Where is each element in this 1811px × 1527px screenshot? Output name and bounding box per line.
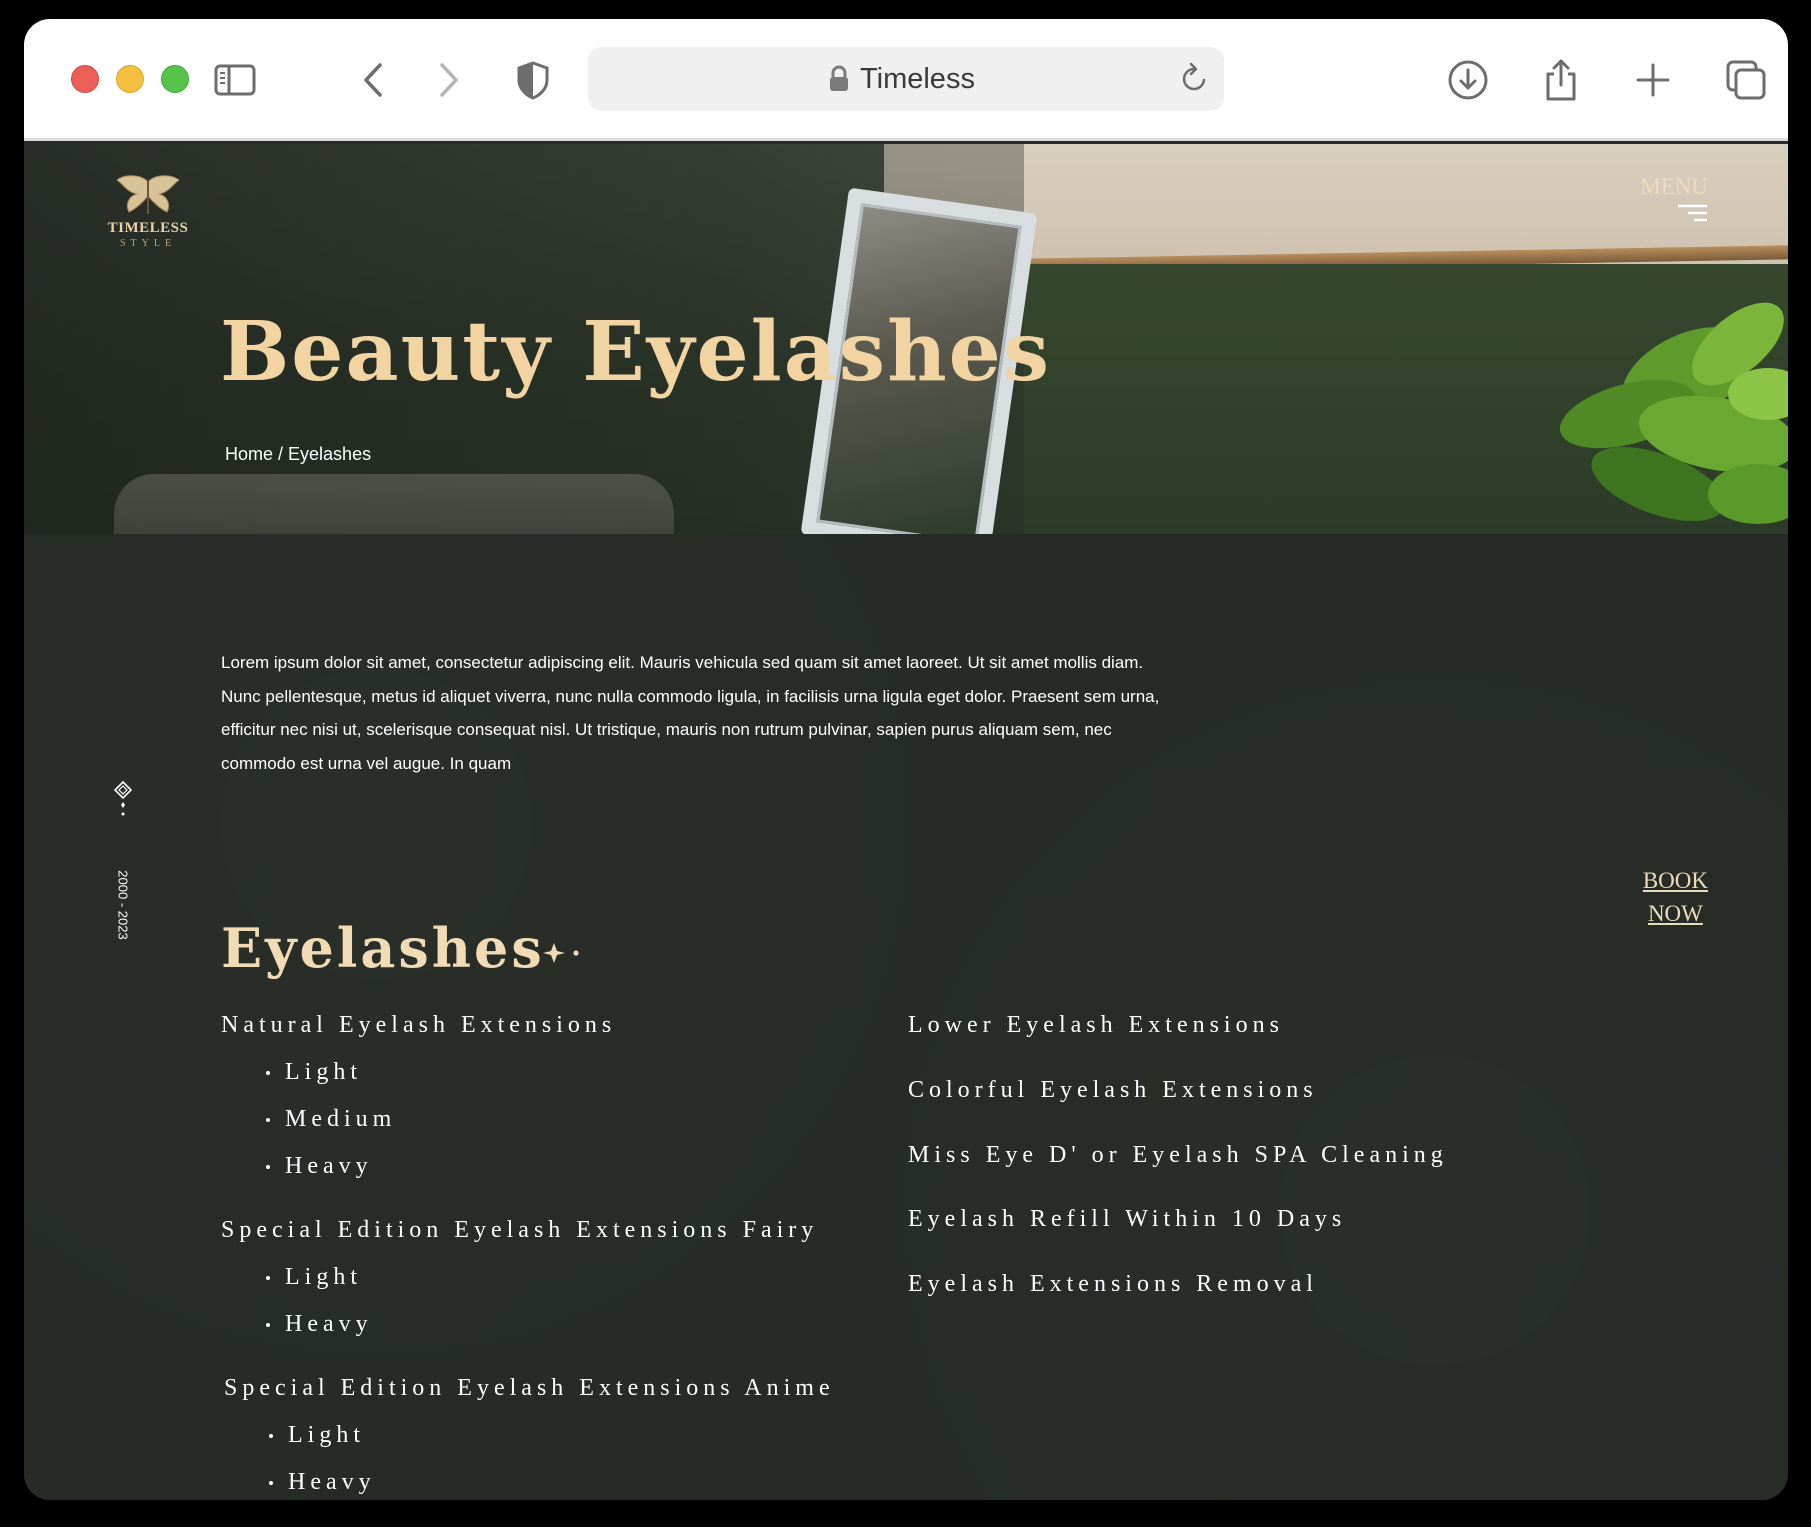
service-option[interactable]: Heavy	[288, 1469, 376, 1496]
service-option[interactable]: Medium	[285, 1106, 396, 1133]
menu-label: MENU	[1640, 174, 1708, 199]
hero-banner: TIMELESS STYLE MENU Beauty Eyelashes Hom…	[24, 144, 1788, 534]
intro-line: commodo est urna vel augue. In quam	[221, 753, 512, 773]
hero-background-sofa	[114, 474, 674, 534]
book-now-link[interactable]: BOOK NOW	[1643, 864, 1708, 930]
intro-paragraph: Lorem ipsum dolor sit amet, consectetur …	[221, 646, 1211, 780]
service-item[interactable]: Special Edition Eyelash Extensions Anime	[224, 1375, 835, 1402]
book-now-line: NOW	[1647, 901, 1703, 926]
minimize-window-button[interactable]	[116, 65, 144, 93]
logo-sub-text: STYLE	[119, 238, 177, 249]
shield-icon[interactable]	[510, 57, 556, 103]
hamburger-icon	[1678, 204, 1707, 222]
bullet-dot	[266, 1165, 270, 1169]
bullet-dot	[269, 1434, 273, 1438]
back-icon[interactable]	[352, 57, 398, 103]
years-label: 2000 - 2023	[115, 870, 131, 940]
address-bar[interactable]: Timeless	[588, 47, 1224, 111]
zoom-window-button[interactable]	[161, 65, 189, 93]
sidebar-icon[interactable]	[212, 57, 258, 103]
butterfly-logo-icon	[116, 175, 180, 214]
breadcrumb-current: Eyelashes	[288, 444, 372, 464]
bullet-dot	[266, 1323, 270, 1327]
bullet-dot	[266, 1118, 270, 1122]
close-window-button[interactable]	[71, 65, 99, 93]
intro-line: Nunc pellentesque, metus id aliquet vive…	[221, 686, 1160, 706]
menu-button[interactable]: MENU	[1640, 174, 1708, 223]
service-option[interactable]: Light	[285, 1059, 362, 1086]
address-bar-text: Timeless	[860, 63, 975, 95]
service-item[interactable]: Special Edition Eyelash Extensions Fairy	[221, 1217, 818, 1244]
tabs-icon[interactable]	[1723, 57, 1769, 103]
section-title: Eyelashes	[221, 916, 545, 980]
download-icon[interactable]	[1445, 57, 1491, 103]
service-option[interactable]: Light	[288, 1422, 365, 1449]
service-item[interactable]: Natural Eyelash Extensions	[221, 1012, 616, 1039]
share-icon[interactable]	[1538, 57, 1584, 103]
logo-brand-text: TIMELESS	[107, 220, 189, 236]
breadcrumb-home-link[interactable]: Home	[225, 444, 273, 464]
breadcrumb-separator: /	[273, 444, 289, 464]
service-option[interactable]: Light	[285, 1264, 362, 1291]
years-label-wrap: 2000 - 2023	[110, 860, 136, 950]
sparkle-icon	[543, 943, 579, 963]
bullet-dot	[266, 1276, 270, 1280]
side-rail: 2000 - 2023	[110, 780, 136, 940]
diamond-ornament-icon	[113, 780, 133, 816]
breadcrumb: Home / Eyelashes	[225, 444, 371, 465]
intro-line: Lorem ipsum dolor sit amet, consectetur …	[221, 653, 1144, 672]
intro-line: efficitur nec nisi ut, scelerisque conse…	[221, 720, 1112, 739]
lock-icon	[830, 65, 848, 91]
hero-plant-image	[1559, 302, 1788, 524]
service-item[interactable]: Eyelash Extensions Removal	[908, 1271, 1318, 1298]
service-option[interactable]: Heavy	[285, 1311, 373, 1338]
browser-window: Timeless TIMELESS STYLE MENU Beauty Eyel…	[24, 19, 1788, 1500]
book-now-line: BOOK	[1642, 868, 1708, 893]
service-item[interactable]: Eyelash Refill Within 10 Days	[908, 1206, 1346, 1233]
service-option[interactable]: Heavy	[285, 1153, 373, 1180]
service-item[interactable]: Miss Eye D' or Eyelash SPA Cleaning	[908, 1142, 1448, 1169]
forward-icon[interactable]	[424, 57, 470, 103]
main-content: Lorem ipsum dolor sit amet, consectetur …	[24, 534, 1788, 1500]
browser-toolbar: Timeless	[24, 19, 1788, 141]
new-tab-icon[interactable]	[1630, 57, 1676, 103]
service-item[interactable]: Lower Eyelash Extensions	[908, 1012, 1284, 1039]
service-item[interactable]: Colorful Eyelash Extensions	[908, 1077, 1318, 1104]
bullet-dot	[269, 1481, 273, 1485]
site-logo[interactable]: TIMELESS STYLE	[102, 174, 194, 260]
reload-icon[interactable]	[1176, 61, 1212, 97]
page-title: Beauty Eyelashes	[220, 304, 1052, 400]
bullet-dot	[266, 1071, 270, 1075]
